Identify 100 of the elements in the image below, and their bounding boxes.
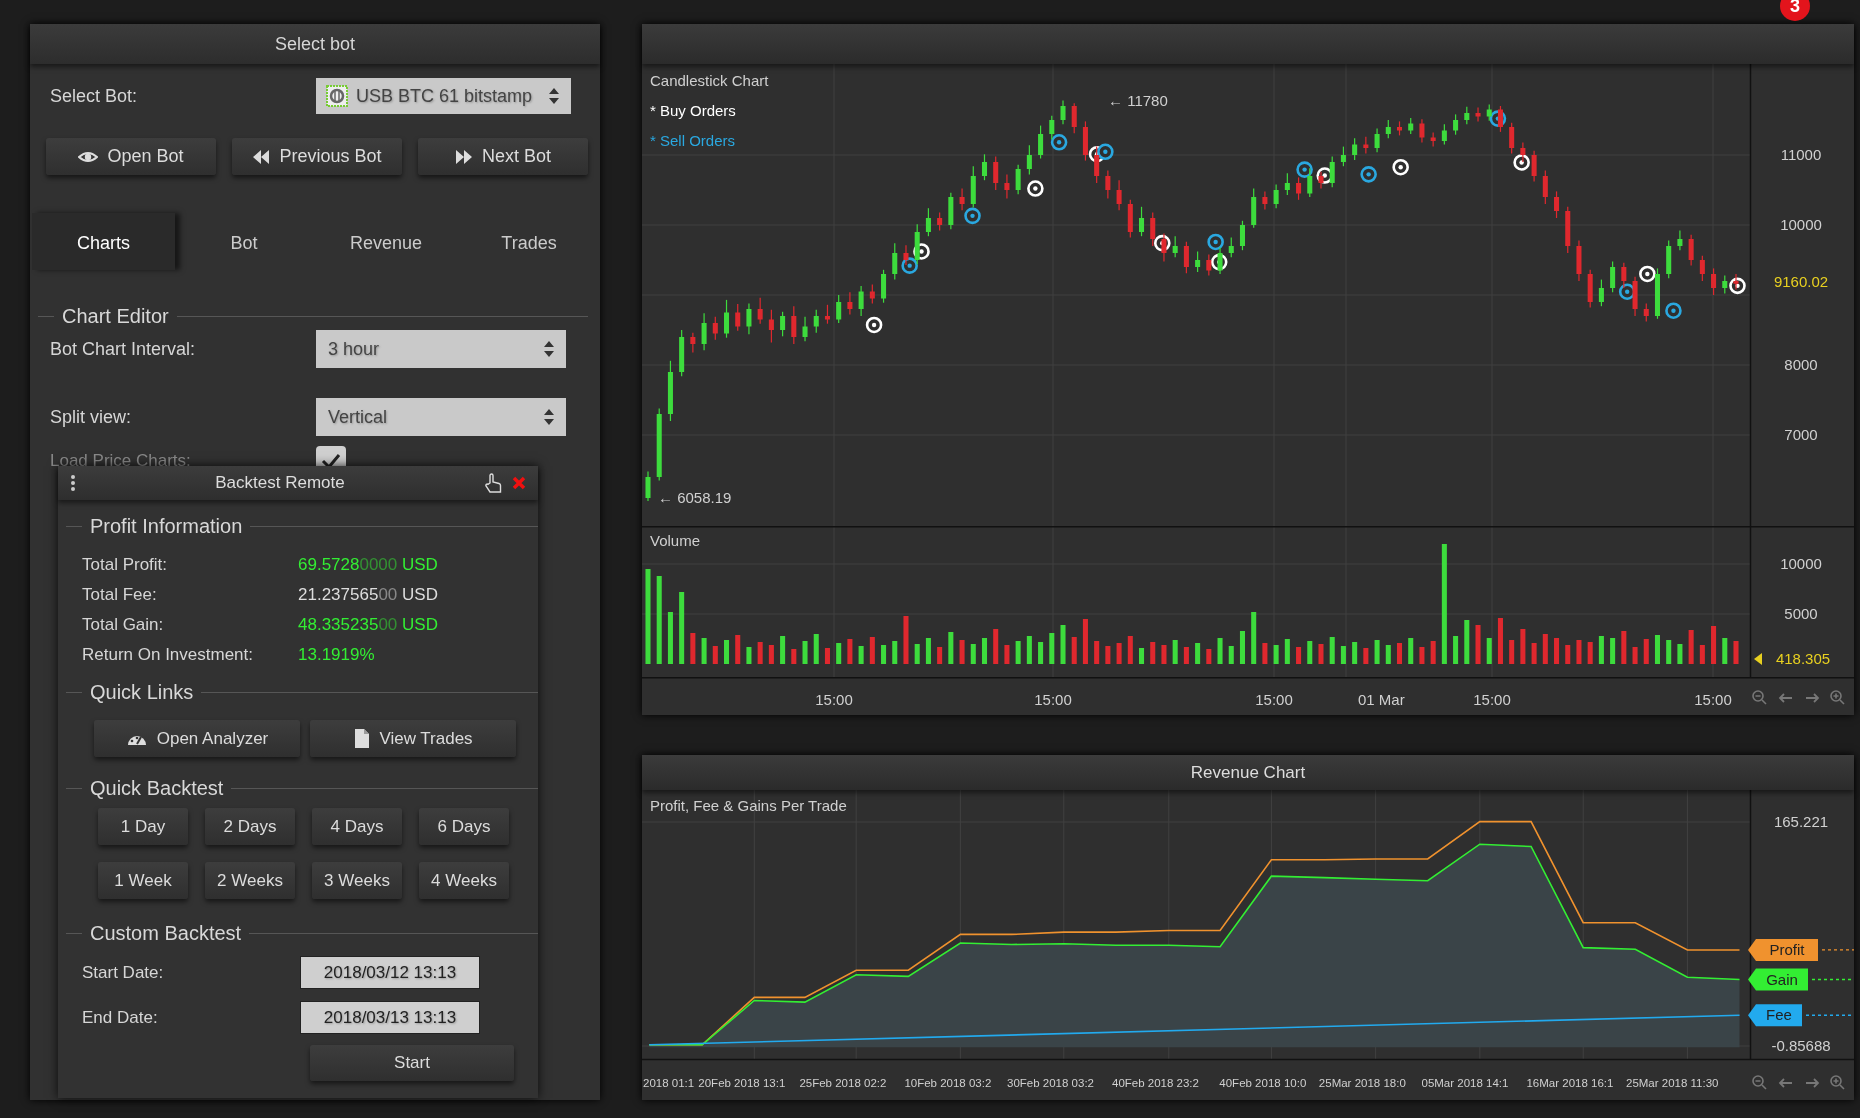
bar xyxy=(1486,638,1492,664)
candlestick xyxy=(1105,169,1111,199)
bar xyxy=(892,641,898,664)
chart-title: Volume xyxy=(650,532,701,549)
hand-pointer-icon[interactable] xyxy=(484,473,502,493)
candlestick xyxy=(690,332,696,353)
bar xyxy=(791,649,797,664)
bar xyxy=(858,646,864,664)
zoom-out-icon[interactable] xyxy=(1752,1075,1767,1090)
candlestick xyxy=(1643,302,1649,323)
dropdown[interactable]: Vertical xyxy=(316,398,566,436)
bar xyxy=(1610,638,1616,664)
buy-order-marker xyxy=(1392,158,1409,176)
spinner-arrows-icon xyxy=(542,407,556,427)
candlestick xyxy=(892,242,898,281)
axis-tick-label: 25Feb 2018 02:2 xyxy=(799,1077,887,1089)
toolbar-button[interactable]: Previous Bot xyxy=(232,138,402,175)
toolbar-button[interactable]: Open Bot xyxy=(46,138,216,175)
zoom-out-icon[interactable] xyxy=(1752,690,1767,705)
candlestick xyxy=(1284,172,1290,196)
candlestick xyxy=(1195,251,1201,273)
bar xyxy=(1643,639,1649,664)
backtest-button[interactable]: 6 Days xyxy=(419,808,509,845)
sell-order-marker xyxy=(1360,166,1377,183)
series-tag: Profit xyxy=(1748,938,1818,961)
menu-icon[interactable] xyxy=(70,474,76,492)
arrow-right-icon[interactable] xyxy=(1805,693,1820,703)
bar xyxy=(1408,638,1414,664)
bar xyxy=(1587,642,1593,664)
legend-item: * Buy Orders xyxy=(650,102,736,119)
zoom-in-icon[interactable] xyxy=(1830,690,1845,705)
backtest-button[interactable]: 2 Days xyxy=(205,808,295,845)
bar xyxy=(1733,641,1739,664)
bar xyxy=(802,641,808,664)
dropdown[interactable]: 3 hour xyxy=(316,330,566,368)
bar xyxy=(1161,645,1167,664)
bot-select[interactable]: USB BTC 61 bitstamp xyxy=(316,78,571,114)
arrow-right-icon[interactable] xyxy=(1805,1078,1820,1088)
candlestick xyxy=(1026,144,1032,176)
tab[interactable]: Revenue xyxy=(313,213,459,270)
tab[interactable]: Bot xyxy=(175,213,313,270)
axis-tick-label: 8000 xyxy=(1784,356,1818,373)
bar xyxy=(903,616,909,664)
bar xyxy=(1026,636,1032,664)
section-title: Quick Links xyxy=(90,680,194,704)
backtest-button[interactable]: 4 Days xyxy=(312,808,402,845)
bar xyxy=(1576,640,1582,664)
candlestick xyxy=(1699,255,1705,282)
document-icon xyxy=(353,728,371,749)
axis-tick-label: 2018 01:1 xyxy=(643,1077,695,1089)
candlestick xyxy=(757,297,763,325)
candlestick xyxy=(1419,118,1425,143)
axis-tick-label: -0.85688 xyxy=(1771,1037,1831,1054)
toolbar-button[interactable]: Next Bot xyxy=(418,138,588,175)
bar xyxy=(981,638,988,664)
arrow-left-icon[interactable] xyxy=(1778,693,1793,703)
bar xyxy=(1318,644,1324,664)
buy-order-marker xyxy=(1027,180,1044,197)
candlestick xyxy=(981,153,988,181)
action-button[interactable]: Open Analyzer xyxy=(94,720,300,757)
backtest-button[interactable]: 2 Weeks xyxy=(205,862,295,899)
arrow-left-icon[interactable] xyxy=(1778,1078,1793,1088)
start-button[interactable]: Start xyxy=(310,1045,514,1081)
candlestick xyxy=(645,470,651,502)
backtest-button[interactable]: 4 Weeks xyxy=(419,862,509,899)
backtest-button[interactable]: 1 Day xyxy=(98,808,188,845)
backtest-button[interactable]: 1 Week xyxy=(98,862,188,899)
zoom-in-icon[interactable] xyxy=(1830,1075,1845,1090)
candlestick xyxy=(723,299,730,339)
candlestick xyxy=(780,311,786,337)
candlestick xyxy=(937,211,943,232)
field-label: Load Price Charts: xyxy=(50,451,192,471)
panel-title: Select bot xyxy=(274,33,356,55)
bar xyxy=(824,648,830,664)
action-button[interactable]: View Trades xyxy=(310,720,516,757)
date-field[interactable]: 2018/03/13 13:13 xyxy=(300,1001,480,1034)
bar xyxy=(1060,625,1066,664)
candlestick xyxy=(869,283,875,304)
axis-tick-label: 25Mar 2018 18:0 xyxy=(1318,1077,1406,1089)
bar xyxy=(1082,619,1088,664)
dialog-title: Backtest Remote xyxy=(214,473,346,493)
section-title: Chart Editor xyxy=(62,304,169,328)
close-icon[interactable] xyxy=(512,476,526,490)
tab[interactable]: Trades xyxy=(459,213,599,270)
sell-order-marker xyxy=(1097,143,1114,161)
price-label: 9160.02 xyxy=(1773,273,1829,290)
candlestick xyxy=(1015,164,1021,195)
bar xyxy=(656,576,662,664)
candlestick xyxy=(1340,146,1346,167)
backtest-button[interactable]: 3 Weeks xyxy=(312,862,402,899)
buy-order-marker xyxy=(1639,265,1656,283)
date-field[interactable]: 2018/03/12 13:13 xyxy=(300,956,480,989)
candlestick xyxy=(1071,102,1077,134)
axis-tick-label: 10000 xyxy=(1780,216,1822,233)
bar xyxy=(1262,643,1268,664)
bar xyxy=(690,633,696,664)
bar xyxy=(1228,646,1234,664)
tab[interactable]: Charts xyxy=(32,213,175,270)
candlestick xyxy=(1228,237,1234,258)
candlestick xyxy=(836,294,842,324)
